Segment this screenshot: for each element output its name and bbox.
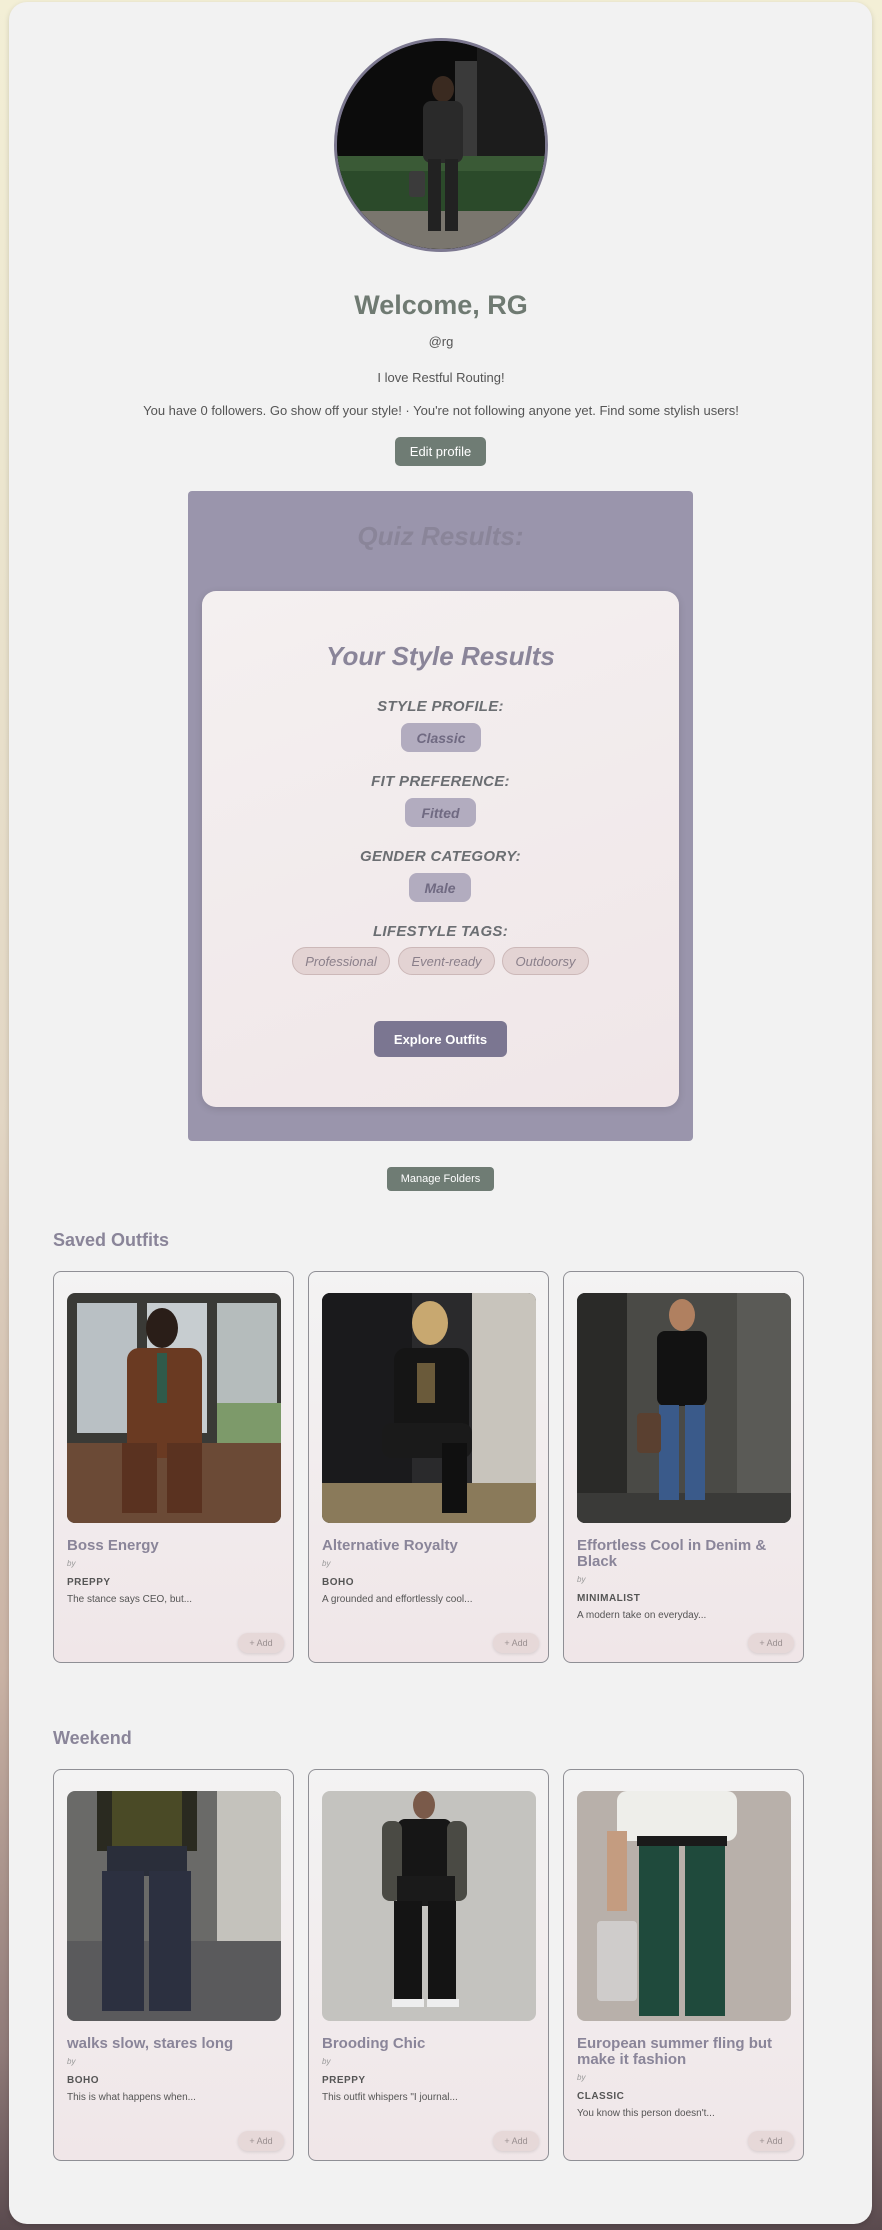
outfit-style-tag: PREPPY xyxy=(322,2075,366,2086)
quiz-results-panel: Quiz Results: Your Style Results STYLE P… xyxy=(188,491,693,1141)
outfit-card[interactable]: walks slow, stares long by BOHO This is … xyxy=(53,1769,294,2161)
outfit-style-tag: BOHO xyxy=(322,1577,354,1588)
outfit-image[interactable] xyxy=(577,1293,791,1523)
fit-preference-label: FIT PREFERENCE: xyxy=(371,773,510,790)
add-outfit-button[interactable]: + Add xyxy=(748,1633,794,1653)
outfit-description: A modern take on everyday... xyxy=(577,1610,707,1621)
outfit-name[interactable]: Alternative Royalty xyxy=(322,1538,536,1554)
outfit-style-tag: BOHO xyxy=(67,2075,99,2086)
outfit-name[interactable]: European summer fling but make it fashio… xyxy=(577,2036,791,2068)
gender-category-label: GENDER CATEGORY: xyxy=(360,848,521,865)
outfit-style-tag: CLASSIC xyxy=(577,2091,625,2102)
manage-folders-button[interactable]: Manage Folders xyxy=(387,1167,494,1191)
outfit-image[interactable] xyxy=(67,1791,281,2021)
folder-title: Saved Outfits xyxy=(53,1230,170,1250)
explore-outfits-button[interactable]: Explore Outfits xyxy=(374,1021,507,1057)
outfit-image[interactable] xyxy=(67,1293,281,1523)
style-results-card: Your Style Results STYLE PROFILE: Classi… xyxy=(202,591,679,1107)
folder-title: Weekend xyxy=(53,1728,132,1748)
lifestyle-tag: Event-ready xyxy=(398,947,495,975)
outfit-description: This outfit whispers "I journal... xyxy=(322,2092,458,2103)
outfit-description: The stance says CEO, but... xyxy=(67,1594,193,1605)
outfit-author: by xyxy=(322,2057,331,2066)
add-outfit-button[interactable]: + Add xyxy=(238,2131,284,2151)
outfit-author: by xyxy=(67,2057,76,2066)
outfit-style-tag: MINIMALIST xyxy=(577,1593,641,1604)
lifestyle-tag: Outdoorsy xyxy=(502,947,589,975)
add-outfit-button[interactable]: + Add xyxy=(748,2131,794,2151)
outfit-name[interactable]: Boss Energy xyxy=(67,1538,281,1554)
profile-avatar xyxy=(334,38,548,252)
gender-category-badge: Male xyxy=(409,873,471,902)
lifestyle-tags-label: LIFESTYLE TAGS: xyxy=(372,923,509,940)
outfit-description: This is what happens when... xyxy=(67,2092,196,2103)
outfit-description: A grounded and effortlessly cool... xyxy=(322,1594,473,1605)
username-handle: @rg xyxy=(428,334,454,349)
outfit-author: by xyxy=(577,2073,586,2082)
style-profile-label: STYLE PROFILE: xyxy=(377,698,504,715)
style-profile-badge: Classic xyxy=(401,723,481,752)
style-results-title: Your Style Results xyxy=(326,641,555,671)
outfit-name[interactable]: walks slow, stares long xyxy=(67,2036,281,2052)
outfit-author: by xyxy=(67,1559,76,1568)
fit-preference-badge: Fitted xyxy=(405,798,476,827)
outfit-card[interactable]: European summer fling but make it fashio… xyxy=(563,1769,804,2161)
add-outfit-button[interactable]: + Add xyxy=(493,1633,539,1653)
edit-profile-button[interactable]: Edit profile xyxy=(395,437,486,466)
outfit-image[interactable] xyxy=(577,1791,791,2021)
outfit-name[interactable]: Effortless Cool in Denim & Black xyxy=(577,1538,791,1570)
add-outfit-button[interactable]: + Add xyxy=(238,1633,284,1653)
outfit-author: by xyxy=(322,1559,331,1568)
outfit-card[interactable]: Brooding Chic by PREPPY This outfit whis… xyxy=(308,1769,549,2161)
followers-status: You have 0 followers. Go show off your s… xyxy=(143,403,739,418)
outfit-image[interactable] xyxy=(322,1293,536,1523)
profile-bio: I love Restful Routing! xyxy=(377,370,505,385)
lifestyle-tag: Professional xyxy=(292,947,390,975)
outfit-card[interactable]: Boss Energy by PREPPY The stance says CE… xyxy=(53,1271,294,1663)
welcome-heading: Welcome, RG xyxy=(354,290,528,320)
outfit-name[interactable]: Brooding Chic xyxy=(322,2036,536,2052)
outfit-style-tag: PREPPY xyxy=(67,1577,111,1588)
outfit-description: You know this person doesn't... xyxy=(577,2108,715,2119)
outfit-card[interactable]: Alternative Royalty by BOHO A grounded a… xyxy=(308,1271,549,1663)
outfit-author: by xyxy=(577,1575,586,1584)
outfit-image[interactable] xyxy=(322,1791,536,2021)
add-outfit-button[interactable]: + Add xyxy=(493,2131,539,2151)
outfit-card[interactable]: Effortless Cool in Denim & Black by MINI… xyxy=(563,1271,804,1663)
quiz-results-title: Quiz Results: xyxy=(357,521,524,551)
